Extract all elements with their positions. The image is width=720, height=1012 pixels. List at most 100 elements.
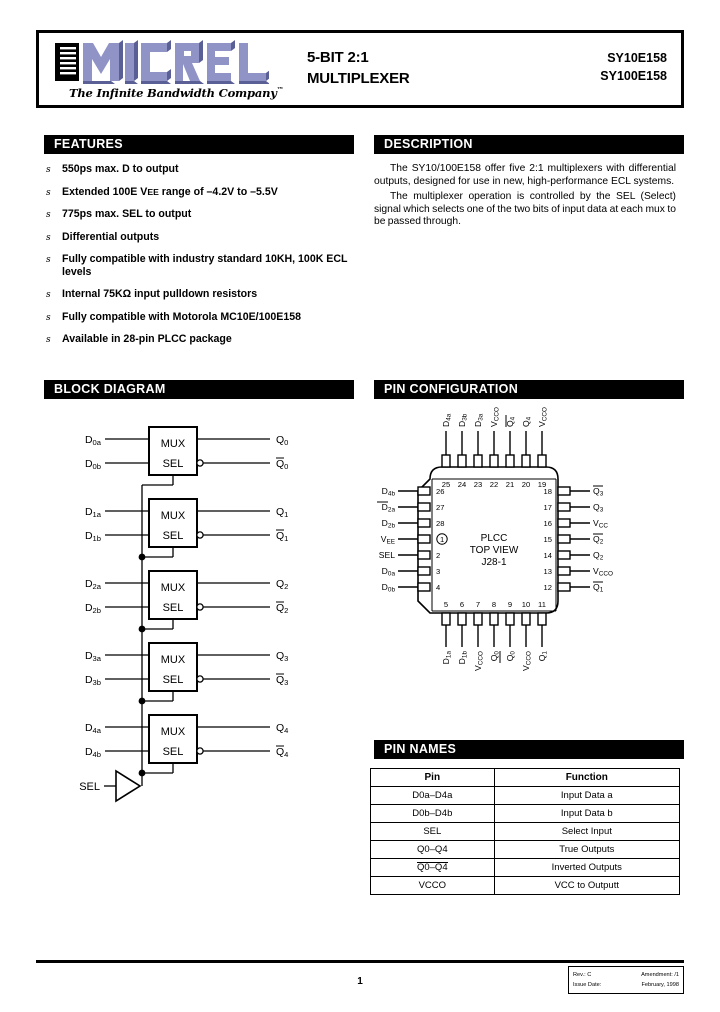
table-row: D0a–D4a Input Data a (370, 786, 681, 805)
inverted-output-label: Q0 (276, 458, 288, 471)
pin-names-table: Pin Function D0a–D4a Input Data a D0b–D4… (370, 768, 681, 895)
part-number-1: SY10E158 (607, 51, 667, 65)
svg-text:D3b: D3b (457, 413, 469, 427)
feature-item: s Differential outputs (46, 230, 160, 243)
plcc-center-line-2: TOP VIEW (470, 545, 519, 556)
cell-pin: D0b–D4b (370, 804, 495, 823)
svg-text:SEL: SEL (379, 550, 395, 560)
cell-pin: SEL (370, 822, 495, 841)
input-label: D1b (85, 530, 101, 543)
bullet-icon: s (46, 232, 51, 243)
section-header-description: DESCRIPTION (374, 135, 684, 154)
issue-date-row: Issue Date: February, 1998 (573, 980, 679, 990)
svg-text:Q4: Q4 (505, 416, 517, 427)
output-label: Q4 (276, 722, 288, 735)
plcc-center-line-3: J28-1 (481, 557, 506, 568)
feature-item: s Fully compatible with industry standard… (46, 253, 348, 278)
input-label: D0b (85, 458, 101, 471)
svg-text:2: 2 (436, 551, 440, 560)
svg-text:D0a: D0a (382, 566, 396, 578)
input-label: D4b (85, 746, 101, 759)
svg-text:8: 8 (492, 600, 496, 609)
svg-text:24: 24 (458, 480, 466, 489)
title-line-2: MULTIPLEXER (307, 70, 410, 87)
input-label: D2b (85, 602, 101, 615)
issue-date-value: February, 1998 (641, 982, 679, 988)
pin-labels-right: Q3 Q3 VCC Q2 Q2 VCCO Q1 (593, 486, 613, 594)
section-header-pin-configuration: PIN CONFIGURATION (374, 380, 684, 399)
section-header-block-diagram: BLOCK DIAGRAM (44, 380, 354, 399)
bullet-icon: s (46, 187, 51, 198)
svg-text:Q1: Q1 (593, 582, 604, 594)
svg-text:VEE: VEE (381, 534, 395, 546)
svg-text:18: 18 (544, 487, 552, 496)
input-label: D1a (85, 506, 102, 519)
bullet-icon: s (46, 335, 51, 345)
svg-text:Q3: Q3 (593, 486, 604, 498)
mux-label: MUX (161, 654, 186, 666)
feature-item: s Fully compatible with Motorola MC10E/10… (46, 310, 302, 323)
svg-text:1: 1 (440, 535, 444, 544)
pin-labels-top: D4a D3b D3a VCCO Q4 Q4 VCCO (441, 407, 549, 427)
svg-text:23: 23 (474, 480, 482, 489)
svg-text:13: 13 (544, 567, 552, 576)
input-label: D0a (85, 434, 102, 447)
inverted-output-label: Q3 (276, 674, 288, 687)
sel-label: SEL (163, 530, 184, 542)
title-line-1: 5-BIT 2:1 (307, 49, 369, 66)
svg-text:5: 5 (444, 600, 448, 609)
svg-text:17: 17 (544, 503, 552, 512)
cell-pin: Q0–Q4 (370, 840, 495, 859)
feature-item: s 775ps max. SEL to output (46, 208, 192, 220)
cell-function: True Outputs (493, 840, 681, 859)
block-diagram: MUX SEL MUX SEL MUX SEL MUX SEL MUX SEL D0a D… (36, 405, 366, 805)
section-header-pin-names: PIN NAMES (374, 740, 684, 759)
plcc-center-line-1: PLCC (481, 533, 508, 544)
svg-text:Q4: Q4 (521, 416, 533, 427)
input-label: D4a (85, 722, 102, 735)
bullet-icon: s (46, 165, 51, 175)
output-label: Q2 (276, 578, 288, 591)
cell-pin: Q0–Q4 (370, 858, 495, 877)
overbar-group (276, 457, 284, 747)
pin-labels-bottom: D1a D1b VCCO Q0 Q0 VCCO Q1 (441, 651, 549, 671)
description-paragraph-1: The SY10/100E158 offer five 2:1 multiple… (374, 163, 676, 187)
description-text: The SY10/100E158 offer five 2:1 multiple… (374, 163, 676, 232)
sel-label: SEL (163, 602, 184, 614)
svg-text:28: 28 (436, 519, 444, 528)
output-label: Q1 (276, 506, 288, 519)
plcc-package-svg: PLCC TOP VIEW J28-1 25 24 23 22 21 20 19… (377, 407, 613, 671)
revision-row: Rev.: C Amendment: /1 (573, 970, 679, 980)
mux-label: MUX (161, 438, 186, 450)
footer-divider (36, 960, 684, 963)
svg-text:D2b: D2b (382, 518, 396, 530)
bullet-icon: s (46, 255, 51, 265)
cell-pin: D0a–D4a (370, 786, 495, 805)
rev-label: Rev.: C (573, 972, 592, 978)
feature-item: s Extended 100E VEE range of –4.2V to –5.… (46, 185, 278, 198)
svg-text:10: 10 (522, 600, 530, 609)
bullet-icon: s (46, 290, 51, 300)
svg-text:21: 21 (506, 480, 514, 489)
svg-text:VCC: VCC (593, 518, 608, 530)
datasheet-page: The Infinite Bandwidth Company™ 5-BIT 2:… (0, 0, 720, 1012)
output-label: Q3 (276, 650, 288, 663)
micrel-logo: The Infinite Bandwidth Company™ (53, 38, 284, 106)
issue-date-label: Issue Date: (573, 982, 602, 988)
column-header-pin: Pin (370, 768, 495, 787)
table-row: D0b–D4b Input Data b (370, 804, 681, 823)
svg-text:Q2: Q2 (593, 550, 604, 562)
svg-text:D4a: D4a (441, 413, 453, 427)
sel-label: SEL (163, 458, 184, 470)
svg-text:Q1: Q1 (537, 651, 549, 662)
section-header-features: FEATURES (44, 135, 354, 154)
svg-text:20: 20 (522, 480, 530, 489)
svg-text:D1a: D1a (441, 651, 453, 665)
inverted-output-label: Q1 (276, 530, 288, 543)
description-paragraph-2: The multiplexer operation is controlled … (374, 191, 676, 228)
svg-text:26: 26 (436, 487, 444, 496)
bullet-icon: s (46, 312, 51, 323)
svg-text:7: 7 (476, 600, 480, 609)
svg-text:D4b: D4b (382, 486, 396, 498)
input-label: D3b (85, 674, 101, 687)
